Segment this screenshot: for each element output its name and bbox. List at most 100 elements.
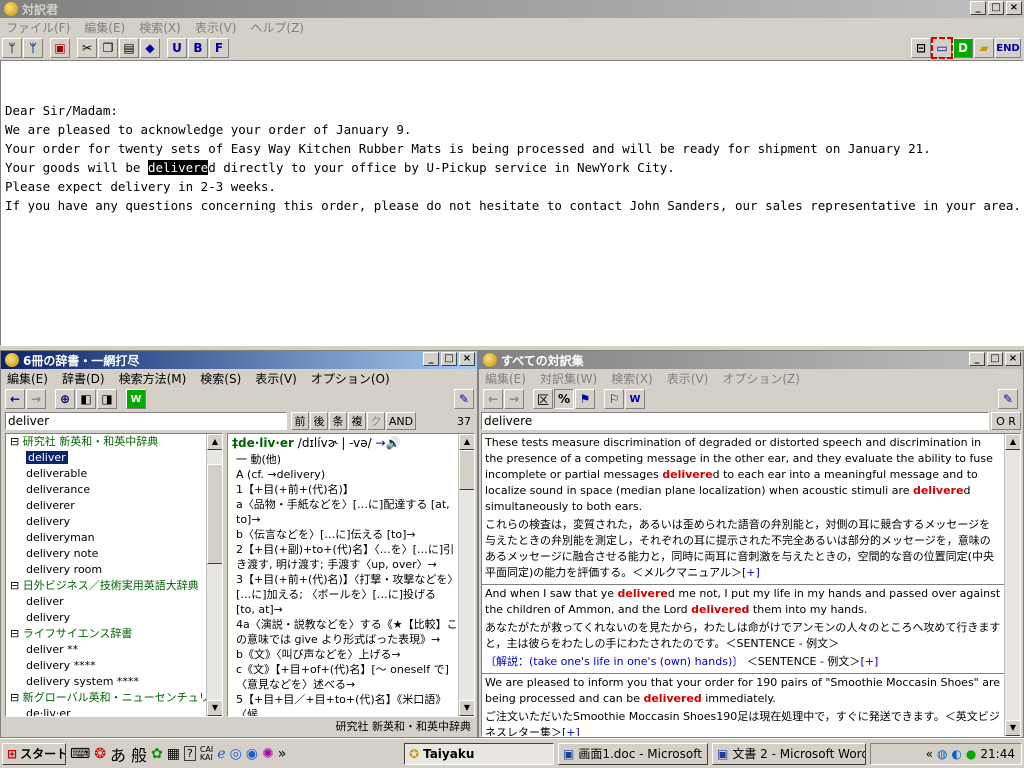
ie-icon[interactable]: ℯ	[217, 746, 225, 762]
copy-icon[interactable]: ❐	[98, 38, 118, 58]
menu-edit[interactable]: 編集(E)	[84, 19, 125, 36]
tree-item[interactable]: deliver **	[6, 642, 206, 658]
tree-dictionary-node[interactable]: ⊟ 研究社 新英和・和英中辞典	[6, 434, 206, 450]
ime-palette-icon[interactable]: ❂	[94, 746, 106, 762]
corpus-word-icon[interactable]: W	[625, 389, 645, 409]
eraser-icon[interactable]: ◆	[140, 38, 160, 58]
word-icon[interactable]: W	[126, 389, 146, 409]
collapse-icon[interactable]: ⊟	[10, 691, 23, 704]
search-clear-button[interactable]: ク	[367, 412, 385, 430]
tree-dictionary-node[interactable]: ⊟ ライフサイエンス辞書	[6, 626, 206, 642]
close-x-icon[interactable]: 区	[533, 389, 553, 409]
forward-arrow-icon[interactable]: →	[26, 389, 46, 409]
minimize-button[interactable]: _	[970, 1, 986, 15]
tree-item[interactable]: delivery	[6, 610, 206, 626]
menu-search[interactable]: 検索(X)	[139, 19, 181, 36]
tree-scroll-down-icon[interactable]: ▼	[207, 700, 222, 716]
search-prev-button[interactable]: 前	[291, 412, 309, 430]
tree-item[interactable]: de·liv·er	[6, 706, 206, 716]
corpus-menu-view[interactable]: 表示(V)	[667, 370, 709, 387]
menu-view[interactable]: 表示(V)	[195, 19, 237, 36]
ime-tool-icon[interactable]: ✿	[151, 746, 163, 762]
start-button[interactable]: ⊞ スタート	[2, 742, 66, 765]
entry-source[interactable]: ＜SENTENCE - 例文＞	[743, 655, 861, 668]
tree-dictionary-node[interactable]: ⊟ 日外ビジネス／技術実用英語大辞典	[6, 578, 206, 594]
tree-item[interactable]: delivery system ****	[6, 674, 206, 690]
corpus-back-icon[interactable]: ←	[483, 389, 503, 409]
corpus-scroll-down-icon[interactable]: ▼	[1005, 720, 1020, 736]
app-launch-icon[interactable]: ✺	[262, 746, 274, 762]
tray-expand-icon[interactable]: «	[926, 747, 933, 761]
entry-scrollbar[interactable]: ▲ ▼	[458, 434, 474, 716]
search-condition-button[interactable]: 条	[329, 412, 347, 430]
menu-file[interactable]: ファイル(F)	[6, 19, 70, 36]
tray-volume-icon[interactable]: ◐	[951, 747, 961, 761]
corpus-search-input[interactable]: delivere	[481, 412, 989, 430]
maximize-button[interactable]: □	[988, 1, 1004, 15]
split-horizontal-icon[interactable]: ⊟	[911, 38, 931, 58]
collapse-icon[interactable]: ⊟	[10, 435, 23, 448]
font-icon[interactable]: F	[209, 38, 229, 58]
corpus-menu-collection[interactable]: 対訳集(W)	[540, 370, 597, 387]
keyboard-icon[interactable]: ⌨	[70, 746, 90, 762]
tree-item[interactable]: delivery	[6, 514, 206, 530]
split-vertical-icon[interactable]: ▭	[931, 37, 953, 59]
corpus-pin-icon[interactable]: ✎	[998, 389, 1018, 409]
globe-icon[interactable]: ⊕	[55, 389, 75, 409]
folder-icon[interactable]: ▰	[974, 38, 994, 58]
search-next-button[interactable]: 後	[310, 412, 328, 430]
entry-source[interactable]: ＜SENTENCE - 例文＞	[725, 637, 839, 650]
task-taiyaku[interactable]: ✪ Taiyaku	[404, 742, 554, 765]
paste-icon[interactable]: ▤	[119, 38, 139, 58]
people-pair-icon[interactable]: ᛘ	[23, 38, 43, 58]
collapse-icon[interactable]: ⊟	[10, 627, 23, 640]
window-icon[interactable]: ▣	[50, 38, 70, 58]
tray-globe-icon[interactable]: ●	[966, 747, 976, 761]
dict-maximize-button[interactable]: □	[441, 352, 457, 366]
tree-item[interactable]: deliverance	[6, 482, 206, 498]
dict-search-input[interactable]: deliver	[5, 412, 287, 430]
dict-menu-method[interactable]: 検索方法(M)	[119, 370, 187, 387]
tree-scroll-up-icon[interactable]: ▲	[207, 434, 222, 450]
entry-source[interactable]: ＜メルクマニュアル＞	[632, 566, 742, 579]
task-word-doc2[interactable]: ▣ 文書 2 - Microsoft Word	[712, 742, 866, 765]
entry-scroll-down-icon[interactable]: ▼	[459, 700, 474, 716]
main-title-bar[interactable]: 対訳君 _ □ ×	[0, 0, 1024, 18]
end-button[interactable]: END	[995, 38, 1021, 58]
corpus-scroll-up-icon[interactable]: ▲	[1005, 434, 1020, 450]
dict-menu-options[interactable]: オプション(O)	[311, 370, 390, 387]
document-editor[interactable]: Dear Sir/Madam: We are pleased to acknowl…	[0, 60, 1024, 346]
tray-network-icon[interactable]: ◍	[937, 747, 947, 761]
tree-item[interactable]: deliver	[6, 594, 206, 610]
close-button[interactable]: ×	[1006, 1, 1022, 15]
dictionary-d-button[interactable]: D	[953, 38, 973, 58]
flag-play-icon[interactable]: ⚐	[604, 389, 624, 409]
dict-menu-edit[interactable]: 編集(E)	[7, 370, 48, 387]
desktop-icon[interactable]: ◎	[230, 746, 242, 762]
menu-help[interactable]: ヘルプ(Z)	[250, 19, 304, 36]
corpus-menu-edit[interactable]: 編集(E)	[485, 370, 526, 387]
search-and-button[interactable]: AND	[386, 412, 416, 430]
dict-close-button[interactable]: ×	[459, 352, 475, 366]
expand-link[interactable]: [+]	[742, 566, 760, 579]
help-icon[interactable]: ?	[184, 746, 196, 761]
tree-item[interactable]: deliverable	[6, 466, 206, 482]
search-compound-button[interactable]: 複	[348, 412, 366, 430]
layout-left-icon[interactable]: ◧	[76, 389, 96, 409]
ime-dict-icon[interactable]: ▦	[167, 746, 180, 762]
underline-icon[interactable]: U	[167, 38, 187, 58]
dict-menu-search[interactable]: 検索(S)	[200, 370, 241, 387]
more-chevron-icon[interactable]: »	[278, 746, 287, 762]
people-group-icon[interactable]: ᛘ	[2, 38, 22, 58]
cut-icon[interactable]: ✂	[77, 38, 97, 58]
pin-icon[interactable]: ✎	[454, 389, 474, 409]
tree-item[interactable]: delivery room	[6, 562, 206, 578]
tree-item[interactable]: delivery ****	[6, 658, 206, 674]
cai-kai-icon[interactable]: CAI KAI	[200, 745, 213, 762]
corpus-scrollbar[interactable]: ▲ ▼	[1004, 434, 1020, 736]
expand-link[interactable]: [+]	[860, 655, 878, 668]
flag-icon[interactable]: ⚑	[575, 389, 595, 409]
tree-item[interactable]: deliverer	[6, 498, 206, 514]
corpus-maximize-button[interactable]: □	[987, 352, 1003, 366]
tree-item[interactable]: deliver	[6, 450, 206, 466]
